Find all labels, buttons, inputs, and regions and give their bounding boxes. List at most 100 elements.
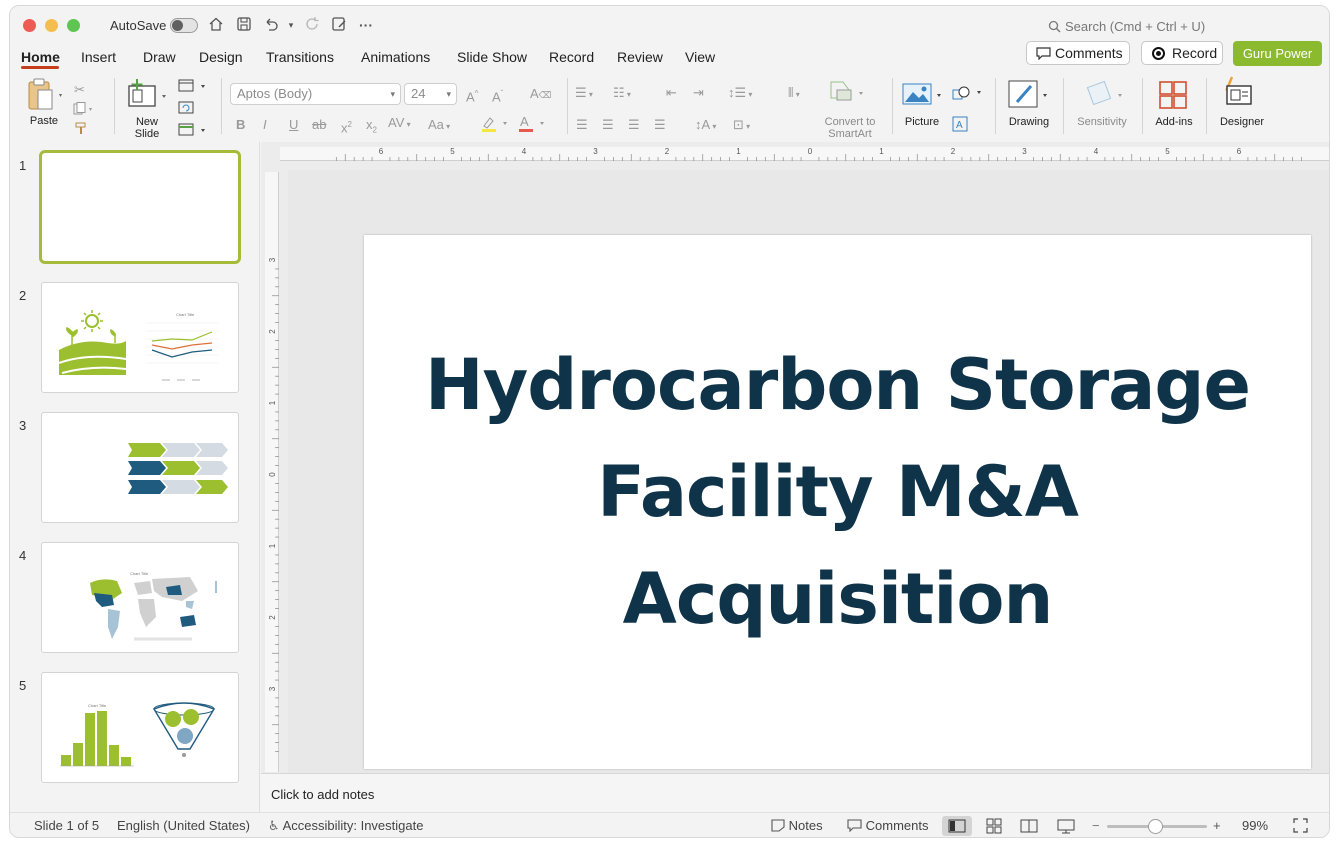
- home-icon[interactable]: [207, 16, 225, 34]
- chevron-down-icon: ▾: [446, 89, 451, 99]
- language-indicator[interactable]: English (United States): [117, 818, 250, 833]
- text-direction-icon[interactable]: ↕A ▾: [695, 116, 716, 136]
- tab-transitions[interactable]: Transitions: [266, 49, 334, 65]
- normal-view-button[interactable]: [942, 816, 972, 836]
- align-center-icon[interactable]: ☰: [602, 116, 614, 134]
- text-box-icon[interactable]: A: [952, 116, 968, 137]
- fit-to-window-button[interactable]: [1293, 818, 1308, 836]
- columns-icon[interactable]: ⫴ ▾: [788, 84, 800, 104]
- font-name-value: Aptos (Body): [237, 86, 313, 101]
- status-comments-button[interactable]: Comments: [847, 818, 928, 833]
- format-painter-icon[interactable]: [74, 122, 88, 141]
- character-spacing-icon[interactable]: AV ▾: [388, 114, 411, 134]
- convert-to-smartart-icon[interactable]: [825, 78, 865, 109]
- new-slide-button[interactable]: [127, 78, 167, 112]
- slide-thumbnail-2[interactable]: Chart Title: [41, 282, 239, 393]
- picture-icon[interactable]: [901, 80, 943, 113]
- designer-icon[interactable]: [1223, 76, 1255, 113]
- font-name-select[interactable]: Aptos (Body) ▾: [230, 83, 401, 105]
- tab-home[interactable]: Home: [21, 49, 60, 65]
- decrease-font-size-icon[interactable]: Aˇ: [492, 85, 503, 106]
- more-icon[interactable]: ···: [357, 16, 375, 34]
- minimize-window-button[interactable]: [45, 19, 58, 32]
- save-icon[interactable]: [235, 16, 253, 34]
- status-bar: Slide 1 of 5 English (United States) ♿ A…: [10, 812, 1329, 837]
- tab-record[interactable]: Record: [549, 49, 594, 65]
- reading-view-button[interactable]: [1014, 816, 1044, 836]
- autosave-toggle[interactable]: [170, 18, 198, 33]
- superscript-icon[interactable]: x2: [341, 116, 352, 137]
- cut-icon[interactable]: ✂: [74, 81, 85, 99]
- zoom-window-button[interactable]: [67, 19, 80, 32]
- current-slide[interactable]: Hydrocarbon Storage Facility M&A Acquisi…: [364, 235, 1311, 769]
- tab-draw[interactable]: Draw: [143, 49, 176, 65]
- paste-button[interactable]: [26, 77, 64, 113]
- undo-dropdown-chevron-icon[interactable]: ▾: [282, 16, 300, 34]
- line-spacing-icon[interactable]: ↕☰ ▾: [728, 84, 752, 104]
- shapes-icon[interactable]: [951, 84, 985, 107]
- sensitivity-icon[interactable]: [1084, 78, 1124, 115]
- italic-icon[interactable]: I: [263, 116, 267, 134]
- add-ins-label: Add-ins: [1155, 116, 1193, 128]
- slide-thumbnail-1[interactable]: [39, 150, 241, 264]
- align-text-icon[interactable]: ⊡ ▾: [733, 116, 750, 136]
- slide-5-preview: Chart Title: [60, 702, 216, 767]
- align-right-icon[interactable]: ☰: [628, 116, 640, 134]
- layout-icon[interactable]: [178, 78, 208, 99]
- slide-thumbnail-5[interactable]: Chart Title: [41, 672, 239, 783]
- search-box[interactable]: Search (Cmd + Ctrl + U): [1048, 19, 1205, 34]
- zoom-slider-handle[interactable]: [1148, 819, 1163, 834]
- font-color-icon[interactable]: A: [517, 114, 547, 139]
- chevron-down-icon: ▾: [390, 89, 395, 99]
- numbering-icon[interactable]: ☷ ▾: [613, 84, 631, 104]
- highlight-icon[interactable]: [480, 114, 510, 139]
- notes-pane[interactable]: Click to add notes: [261, 773, 1329, 812]
- sensitivity-label: Sensitivity: [1077, 116, 1127, 128]
- title-bar: AutoSave ▾ ··· Search (Cmd + Ctrl + U): [10, 6, 1329, 42]
- undo-icon[interactable]: [262, 16, 280, 34]
- justify-icon[interactable]: ☰: [654, 116, 666, 134]
- clear-formatting-icon[interactable]: A⌫: [530, 85, 551, 104]
- strikethrough-icon[interactable]: ab: [312, 116, 326, 134]
- bullets-icon[interactable]: ☰ ▾: [575, 84, 593, 104]
- change-case-icon[interactable]: Aa ▾: [428, 116, 450, 136]
- slide-show-view-button[interactable]: [1051, 816, 1081, 836]
- tab-slide-show[interactable]: Slide Show: [457, 49, 527, 65]
- underline-icon[interactable]: U: [289, 116, 298, 134]
- redo-icon[interactable]: [303, 16, 321, 34]
- comment-icon: [1036, 47, 1051, 60]
- section-icon[interactable]: [178, 122, 208, 143]
- ribbon-tabs: Home Insert Draw Design Transitions Anim…: [10, 42, 1329, 72]
- subscript-icon[interactable]: x2: [366, 116, 377, 140]
- tab-design[interactable]: Design: [199, 49, 243, 65]
- tab-animations[interactable]: Animations: [361, 49, 430, 65]
- decrease-indent-icon[interactable]: ⇤: [666, 84, 677, 102]
- zoom-level[interactable]: 99%: [1242, 818, 1268, 833]
- tab-review[interactable]: Review: [617, 49, 663, 65]
- tab-insert[interactable]: Insert: [81, 49, 116, 65]
- align-left-icon[interactable]: ☰: [576, 116, 588, 134]
- slide-sorter-view-button[interactable]: [979, 816, 1009, 836]
- zoom-out-button[interactable]: −: [1092, 818, 1100, 833]
- notes-button[interactable]: Notes: [771, 818, 823, 833]
- tab-view[interactable]: View: [685, 49, 715, 65]
- font-size-select[interactable]: 24 ▾: [404, 83, 457, 105]
- slide-thumbnail-3[interactable]: [41, 412, 239, 523]
- copy-icon[interactable]: [72, 102, 96, 121]
- slide-thumbnail-4[interactable]: Chart Title: [41, 542, 239, 653]
- save-as-icon[interactable]: [330, 16, 348, 34]
- zoom-in-button[interactable]: +: [1213, 818, 1221, 833]
- bold-icon[interactable]: B: [236, 116, 245, 134]
- slide-title[interactable]: Hydrocarbon Storage Facility M&A Acquisi…: [364, 332, 1311, 653]
- record-button[interactable]: Record: [1141, 41, 1223, 65]
- increase-font-size-icon[interactable]: A^: [466, 85, 478, 106]
- drawing-icon[interactable]: [1007, 78, 1049, 115]
- increase-indent-icon[interactable]: ⇥: [693, 84, 704, 102]
- reset-slide-icon[interactable]: [178, 100, 196, 121]
- accessibility-button[interactable]: ♿ Accessibility: Investigate: [268, 818, 423, 834]
- add-ins-icon[interactable]: [1158, 80, 1188, 115]
- designer-label: Designer: [1219, 116, 1265, 128]
- comments-button[interactable]: Comments: [1026, 41, 1130, 65]
- close-window-button[interactable]: [23, 19, 36, 32]
- guru-power-button[interactable]: Guru Power: [1233, 41, 1322, 66]
